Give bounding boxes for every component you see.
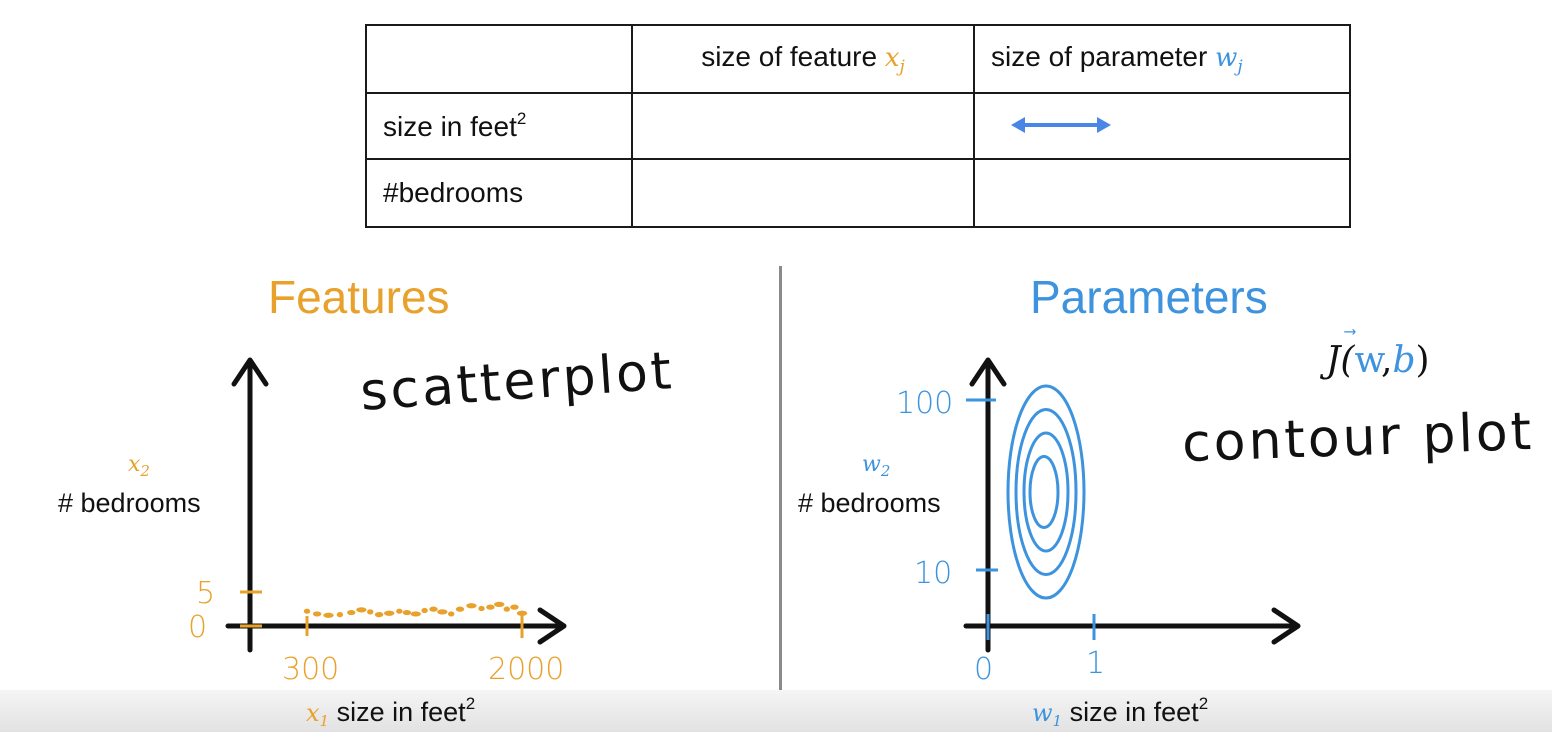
scatter-point [336, 612, 344, 618]
right-x-axis-label: w1 size in feet2 [1032, 694, 1209, 730]
scatter-point [421, 607, 428, 614]
scatter-point [510, 604, 519, 610]
plots-layer [225, 357, 1301, 653]
contour-lines [1006, 384, 1086, 600]
scatter-point [356, 607, 367, 613]
scatter-point [410, 611, 421, 617]
scatter-point [478, 605, 485, 612]
left-x-axis-label: x1 size in feet2 [306, 694, 476, 730]
scatter-point [494, 601, 505, 608]
scatter-point [402, 609, 412, 616]
scatter-point [396, 608, 403, 614]
w1-variable: w1 [1032, 699, 1063, 730]
scatter-point [323, 612, 334, 618]
contour-line [1006, 384, 1086, 600]
scatter-point [516, 610, 528, 616]
contour-line [1028, 455, 1060, 529]
scatter-point [384, 610, 395, 616]
scatter-point [303, 608, 311, 614]
scatter-point [367, 609, 374, 615]
scatter-point [447, 611, 455, 617]
x1-variable: x1 [306, 699, 330, 730]
video-bottom-bar [0, 690, 1552, 732]
scatter-points [303, 601, 528, 618]
scatter-point [374, 612, 384, 618]
scatter-point [466, 603, 477, 609]
scatter-point [455, 606, 465, 612]
scatter-point [347, 609, 356, 616]
scatter-point [486, 604, 495, 610]
scatter-point [503, 606, 511, 612]
scatter-point [312, 611, 322, 617]
scatter-point [437, 609, 448, 615]
scatter-point [429, 606, 438, 612]
